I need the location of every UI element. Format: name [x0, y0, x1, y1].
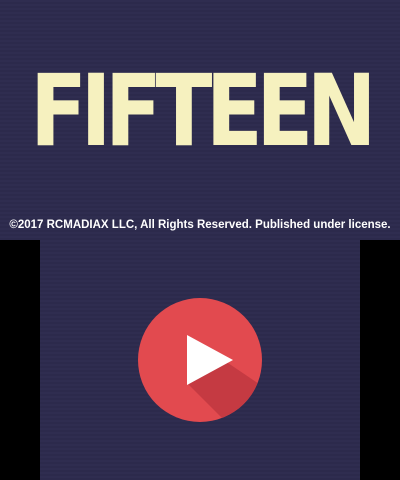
play-icon	[187, 335, 262, 422]
bottom-screen	[40, 240, 360, 480]
copyright-text: ©2017 RCMADIAX LLC, All Rights Reserved.…	[9, 219, 391, 231]
top-screen: FIFTEEN ©2017 RCMADIAX LLC, All Rights R…	[0, 0, 400, 240]
game-title: FIFTEEN	[30, 53, 377, 169]
play-button[interactable]	[138, 298, 262, 422]
